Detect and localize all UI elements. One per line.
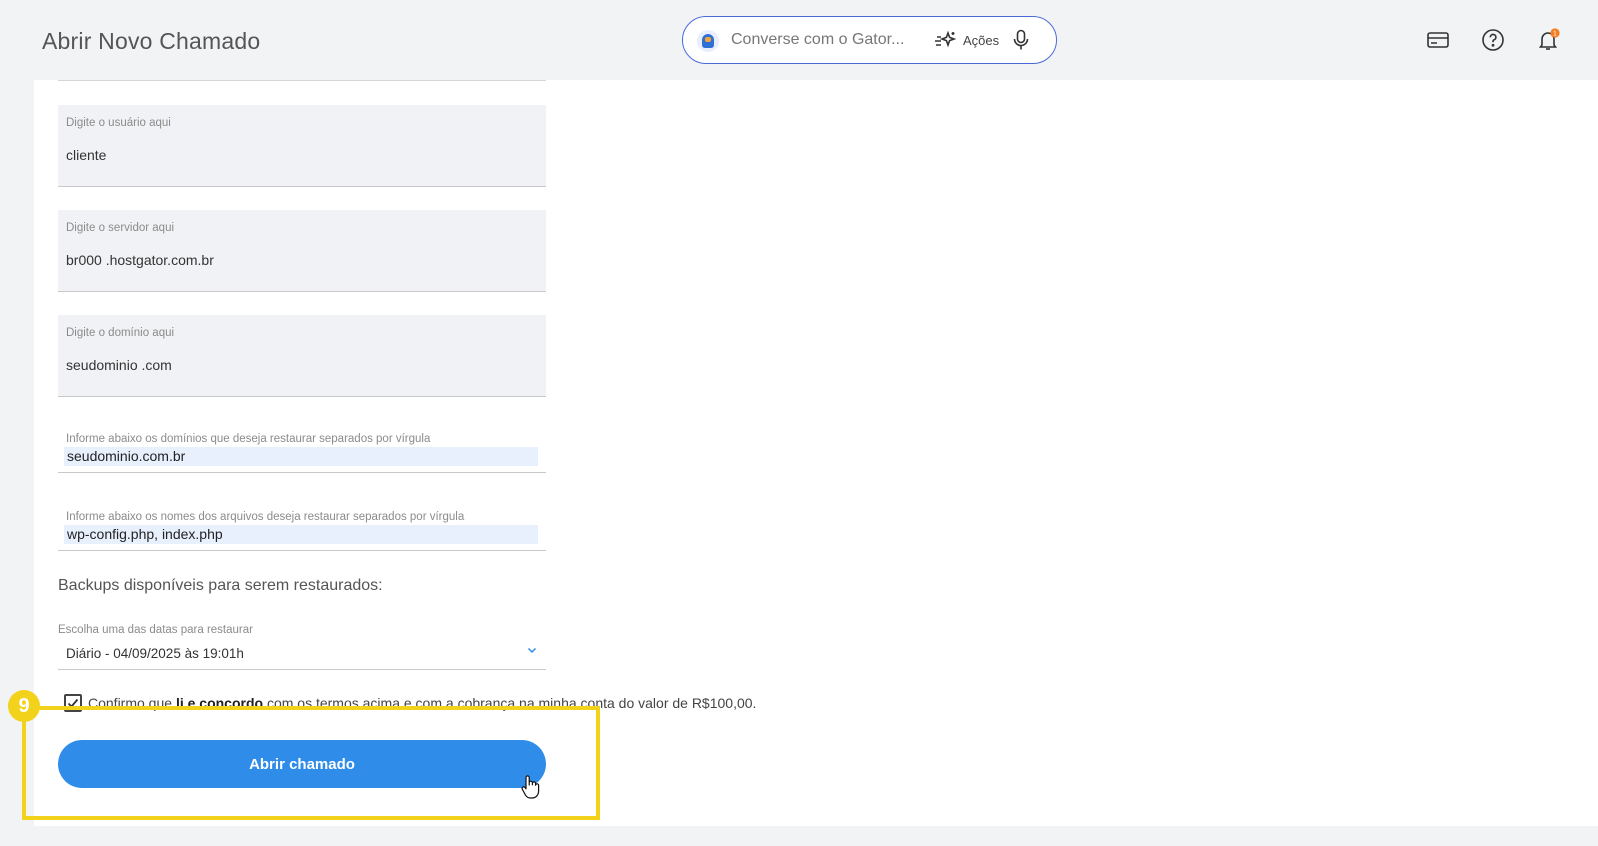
user-field-value[interactable]: cliente (66, 147, 106, 163)
chevron-down-icon[interactable] (526, 644, 538, 656)
backup-date-value[interactable]: Diário - 04/09/2025 às 19:01h (66, 646, 244, 661)
domain-field[interactable]: Digite o domínio aqui seudominio .com (58, 315, 546, 397)
step-highlight-box (22, 706, 600, 820)
page-title: Abrir Novo Chamado (42, 28, 261, 54)
domains-restore-field[interactable]: Informe abaixo os domínios que deseja re… (58, 433, 546, 473)
notification-bell-icon[interactable]: 1 (1536, 28, 1560, 52)
gator-assistant-input[interactable]: Converse com o Gator... Ações (682, 16, 1057, 64)
microphone-icon[interactable] (1011, 29, 1031, 51)
files-restore-value[interactable]: wp-config.php, index.php (64, 525, 538, 544)
divider (58, 80, 546, 81)
user-field[interactable]: Digite o usuário aqui cliente (58, 105, 546, 187)
server-field-label: Digite o servidor aqui (66, 222, 175, 234)
domain-field-label: Digite o domínio aqui (66, 327, 175, 339)
server-field-value[interactable]: br000 .hostgator.com.br (66, 252, 214, 268)
user-field-label: Digite o usuário aqui (66, 117, 171, 129)
files-restore-label: Informe abaixo os nomes dos arquivos des… (66, 511, 465, 523)
page: Abrir Novo Chamado Converse com o Gator.… (0, 0, 1598, 846)
step-number-badge: 9 (8, 690, 40, 722)
domain-field-value[interactable]: seudominio .com (66, 357, 172, 373)
actions-label[interactable]: Ações (963, 33, 999, 48)
backup-date-select[interactable]: Escolha uma das datas para restaurar Diá… (58, 622, 546, 670)
backups-section-title: Backups disponíveis para serem restaurad… (58, 577, 383, 594)
domains-restore-label: Informe abaixo os domínios que deseja re… (66, 433, 431, 445)
billing-card-icon[interactable] (1426, 28, 1450, 52)
domains-restore-value[interactable]: seudominio.com.br (64, 447, 538, 466)
files-restore-field[interactable]: Informe abaixo os nomes dos arquivos des… (58, 511, 546, 551)
backup-date-label: Escolha uma das datas para restaurar (58, 624, 253, 636)
top-header: Abrir Novo Chamado Converse com o Gator.… (0, 0, 1598, 80)
server-field[interactable]: Digite o servidor aqui br000 .hostgator.… (58, 210, 546, 292)
assistant-placeholder: Converse com o Gator... (731, 31, 905, 48)
sparkle-actions-icon[interactable] (933, 29, 957, 53)
gator-avatar-icon (697, 30, 719, 52)
notification-count: 1 (1553, 31, 1557, 38)
help-icon[interactable] (1481, 28, 1505, 52)
